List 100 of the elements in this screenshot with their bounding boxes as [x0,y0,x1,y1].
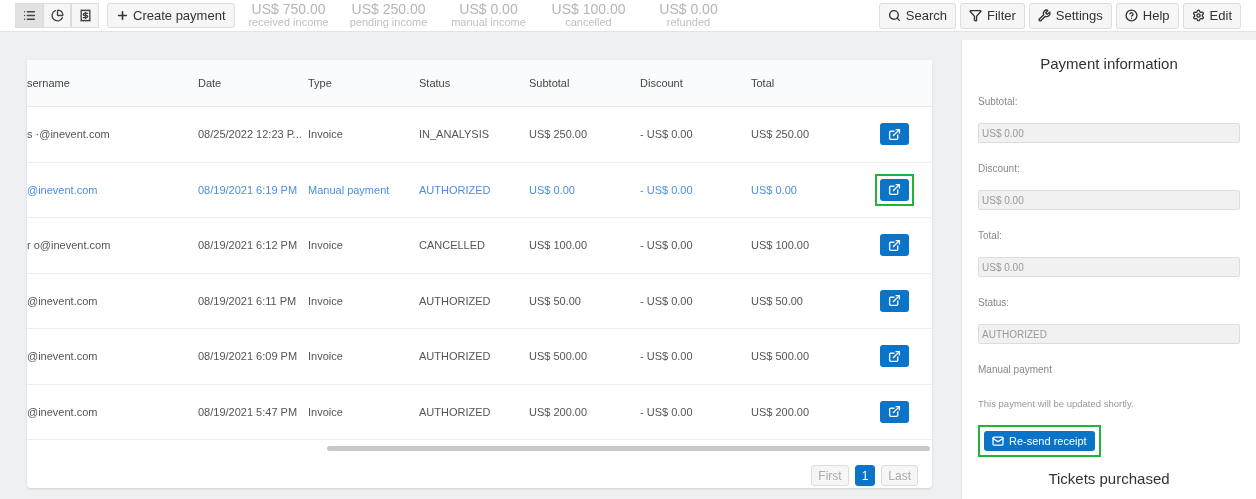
stat-label: refunded [666,15,711,29]
create-payment-button[interactable]: Create payment [107,3,235,28]
search-button[interactable]: Search [878,2,956,29]
table-cell: 08/19/2021 6:12 PM [198,239,298,251]
envelope-icon [992,435,1004,448]
table-cell: - US$ 0.00 [640,128,693,140]
column-header: Subtotal [529,76,570,89]
table-cell: AUTHORIZED [419,350,491,362]
pagination-button[interactable]: 1 [854,465,876,486]
table-cell: US$ 500.00 [529,350,588,362]
table-cell: - US$ 0.00 [640,294,693,307]
chart-icon [50,9,64,22]
table-row[interactable]: @inevent.com 08/19/2021 6:11 PM Invoice AUTHORIZED US$ 50.00 - US$ 0.00 US$ 50.00 [27,273,932,329]
open-button[interactable] [880,178,909,201]
list-icon [22,9,36,22]
external-link-icon [888,183,901,197]
view-toggle-button[interactable] [15,3,43,28]
stat-value: US$ 0.00 [659,2,718,16]
filter-icon [968,9,982,22]
field-label: Subtotal: [978,95,1019,109]
table-row[interactable]: @inevent.com 08/19/2021 5:47 PM Invoice AUTHORIZED US$ 200.00 - US$ 0.00 US$ 200.00 [27,384,932,440]
open-button[interactable] [880,345,909,368]
panel-title: Payment information [1040,55,1178,72]
scrollbar[interactable] [327,446,930,451]
open-button[interactable] [880,400,909,423]
table-cell: AUTHORIZED [419,294,491,307]
table-cell: US$ 50.00 [751,294,803,307]
table-cell: US$ 500.00 [751,350,810,362]
stat-value: US$ 100.00 [551,2,626,16]
field-label: Discount: [978,162,1021,176]
table-cell: US$ 200.00 [751,405,810,418]
table-cell: AUTHORIZED [419,183,491,196]
field-label: Status: [978,296,1011,310]
table-cell: Invoice [308,128,343,140]
table-cell: US$ 250.00 [529,128,588,140]
column-header: Discount [640,76,683,89]
table-cell: Invoice [308,294,343,307]
stat-label: received income [248,15,329,29]
view-toggle-button[interactable] [71,3,99,28]
table-cell: Invoice [308,405,343,418]
table-cell: US$ 0.00 [529,183,575,196]
external-link-icon [888,238,901,252]
column-header: Status [419,76,451,89]
table-cell: - US$ 0.00 [640,239,693,251]
gear-icon [1191,9,1205,22]
table-row[interactable]: s ·@inevent.com 08/25/2022 12:23 P... Invoice IN_ANALYSIS US$ 250.00 - US$ 0.00 US$ 250.00 [27,107,932,163]
stat-value: US$ 250.00 [351,2,426,16]
stat-value: US$ 750.00 [251,2,326,16]
external-link-icon [888,294,901,308]
table-cell: Invoice [308,350,343,362]
table-cell: IN_ANALYSIS [419,128,490,140]
table-cell: US$ 250.00 [751,128,810,140]
table-cell: @inevent.com [27,350,98,362]
help-icon [1124,9,1138,22]
table-row[interactable]: r o@inevent.com 08/19/2021 6:12 PM Invoice CANCELLED US$ 100.00 - US$ 0.00 US$ 100.00 [27,218,932,274]
table-row[interactable]: @inevent.com 08/19/2021 6:09 PM Invoice AUTHORIZED US$ 500.00 - US$ 0.00 US$ 500.00 [27,329,932,385]
wrench-icon [1037,9,1051,22]
table-cell: US$ 100.00 [751,239,810,251]
table-cell: US$ 50.00 [529,294,581,307]
view-toggle-button[interactable] [43,3,71,28]
table-cell: US$ 0.00 [751,183,797,196]
filter-button[interactable]: Filter [959,2,1025,29]
table-cell: CANCELLED [419,239,486,251]
external-link-icon [888,405,901,419]
help-button[interactable]: Help [1115,2,1179,29]
stat-label: pending income [349,15,428,29]
open-button[interactable] [880,289,909,312]
open-button[interactable] [880,234,909,257]
external-link-icon [888,127,901,141]
table-cell: US$ 200.00 [529,405,588,418]
table-cell: AUTHORIZED [419,405,491,418]
field-label: Total: [978,229,1003,243]
resend-receipt-button[interactable]: Re-send receipt [984,431,1095,452]
table-cell: @inevent.com [27,183,98,196]
table-cell: 08/19/2021 6:11 PM [198,294,297,307]
table-cell: 08/25/2022 12:23 P... [198,128,302,140]
table-cell: - US$ 0.00 [640,405,693,418]
search-icon [887,9,901,22]
table-cell: 08/19/2021 6:19 PM [198,183,298,196]
plus-icon [116,9,129,22]
settings-button[interactable]: Settings [1028,2,1112,29]
open-button[interactable] [880,123,909,146]
receipt-icon [78,9,92,22]
table-row[interactable]: @inevent.com 08/19/2021 6:19 PM Manual payment AUTHORIZED US$ 0.00 - US$ 0.00 US$ 0.00 [27,162,932,218]
external-link-icon [888,349,901,363]
section-title: Tickets purchased [1048,470,1170,488]
info-note: This payment will be updated shortly. [978,397,1135,411]
stat-label: manual income [451,15,526,29]
edit-button[interactable]: Edit [1182,2,1241,29]
stat-value: US$ 0.00 [459,2,518,16]
column-header: Total [751,76,775,89]
stat-label: cancelled [565,15,612,29]
table-cell: @inevent.com [27,405,98,418]
table-cell: s ·@inevent.com [27,128,110,140]
table-cell: - US$ 0.00 [640,183,693,196]
table-cell: 08/19/2021 5:47 PM [198,405,298,418]
table-cell: @inevent.com [27,294,98,307]
column-header: sername [27,76,70,89]
table-cell: r o@inevent.com [27,239,111,251]
column-header: Type [308,76,332,89]
